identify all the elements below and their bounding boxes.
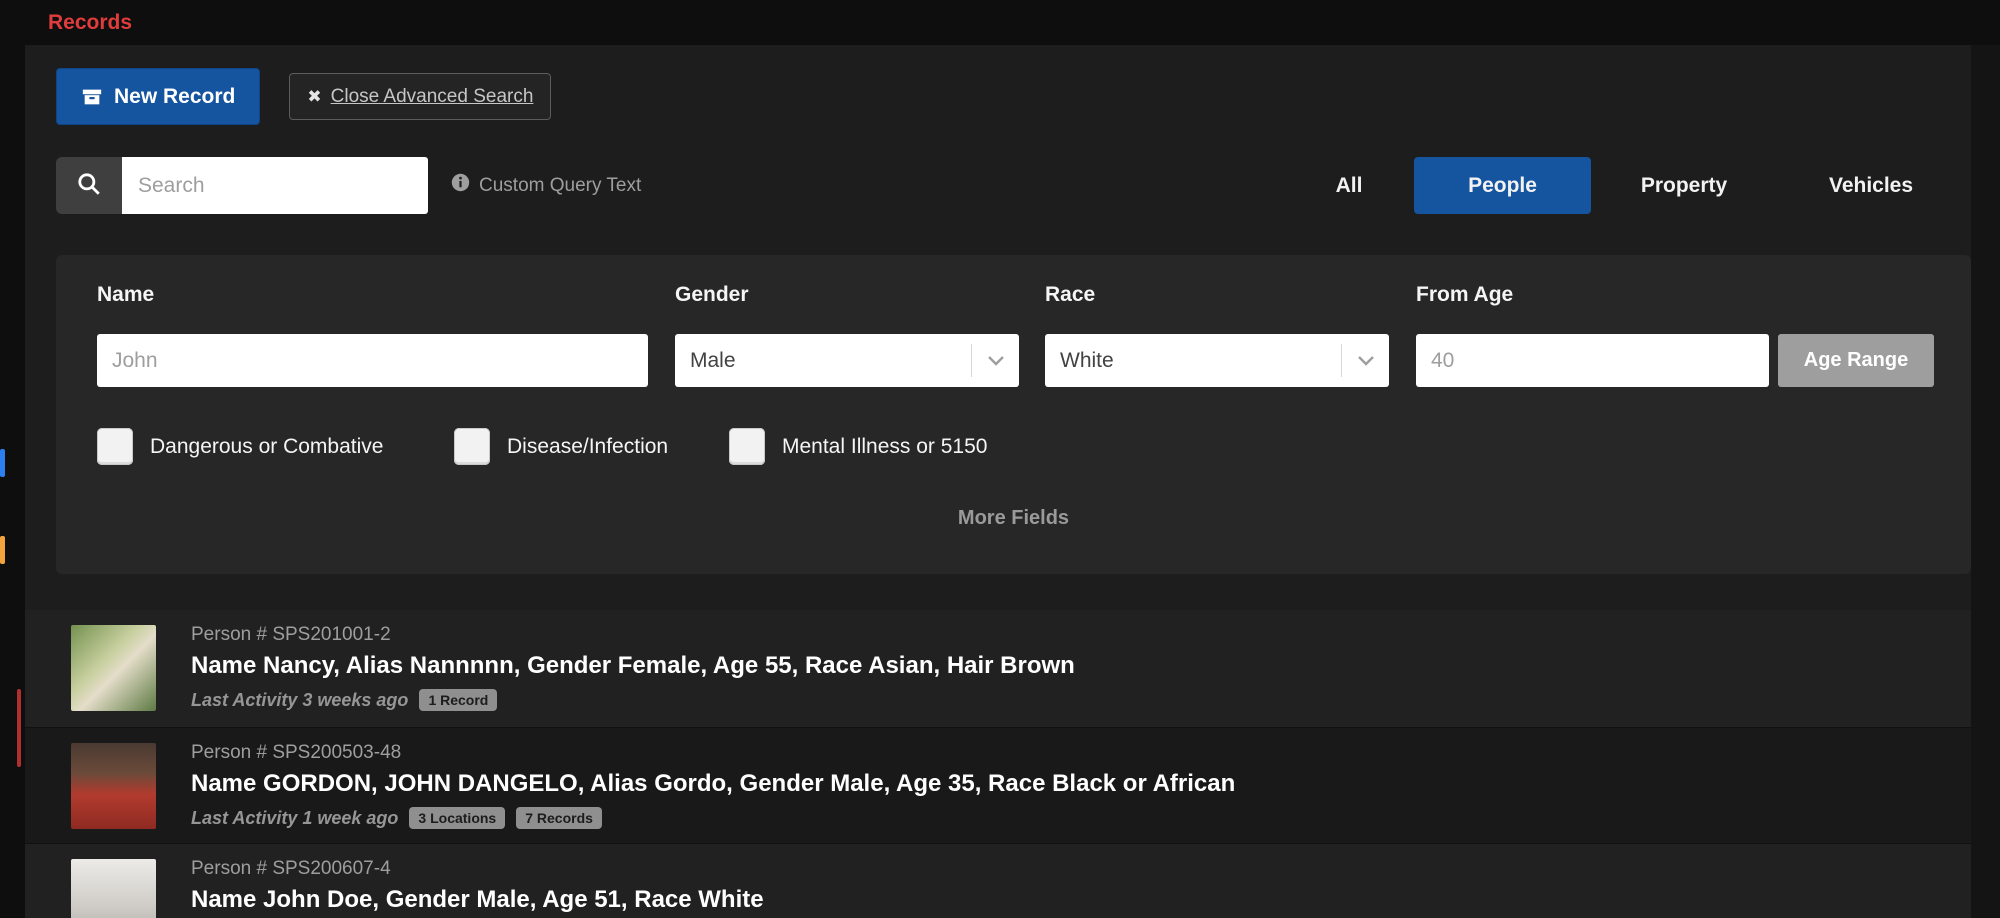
checkbox-box[interactable] [729, 428, 765, 465]
close-advanced-search-label: Close Advanced Search [331, 86, 534, 108]
close-advanced-search-button[interactable]: ✖ Close Advanced Search [289, 73, 551, 120]
checkbox-disease-infection[interactable]: Disease/Infection [454, 428, 668, 465]
checkbox-dangerous-or-combative[interactable]: Dangerous or Combative [97, 428, 383, 465]
rail-marker-yellow [0, 536, 5, 564]
info-icon [451, 173, 470, 198]
checkbox-label: Disease/Infection [507, 435, 668, 459]
from-age-input[interactable] [1416, 334, 1769, 387]
race-field: White [1045, 334, 1389, 387]
name-field-group: Name [97, 283, 154, 307]
from-age-field [1416, 334, 1769, 387]
new-record-button[interactable]: New Record [56, 68, 260, 125]
toolbar: New Record ✖ Close Advanced Search [56, 68, 551, 125]
from-age-label: From Age [1416, 283, 1513, 307]
last-activity: Last Activity 1 week ago [191, 808, 398, 829]
archive-icon [81, 86, 103, 108]
tab-all[interactable]: All [1284, 157, 1414, 214]
tab-property[interactable]: Property [1591, 157, 1777, 214]
name-field [97, 334, 648, 387]
gender-select-value: Male [675, 349, 971, 373]
search-button[interactable] [56, 157, 122, 214]
search-row: Custom Query Text All People Property Ve… [56, 157, 1971, 214]
checkbox-label: Dangerous or Combative [150, 435, 383, 459]
chevron-down-icon [1341, 344, 1389, 377]
checkbox-box[interactable] [97, 428, 133, 465]
new-record-label: New Record [114, 85, 235, 109]
tab-people[interactable]: People [1414, 157, 1591, 214]
tab-vehicles[interactable]: Vehicles [1777, 157, 1965, 214]
advanced-search-panel: Name Gender Male Race [56, 255, 1971, 574]
record-type-tabs: All People Property Vehicles [1284, 157, 1971, 214]
records-screen: Records New Record ✖ Close Advanced Sear… [0, 0, 2000, 918]
race-field-group: Race [1045, 283, 1095, 307]
person-summary: Name GORDON, JOHN DANGELO, Alias Gordo, … [191, 770, 1951, 798]
custom-query-label: Custom Query Text [479, 175, 641, 197]
gender-label: Gender [675, 283, 749, 307]
race-label: Race [1045, 283, 1095, 307]
person-result-row[interactable]: Person # SPS200607-4 Name John Doe, Gend… [25, 844, 1971, 918]
more-fields-button[interactable]: More Fields [56, 507, 1971, 530]
gender-select[interactable]: Male [675, 334, 1019, 387]
person-number: Person # SPS201001-2 [191, 624, 1951, 646]
activity-line: Last Activity 3 weeks ago 1 Record [191, 689, 1951, 711]
person-result-row[interactable]: Person # SPS201001-2 Name Nancy, Alias N… [25, 610, 1971, 727]
main-content: New Record ✖ Close Advanced Search Custo… [25, 45, 1971, 918]
rail-marker-red [17, 689, 21, 767]
chevron-down-icon [971, 344, 1019, 377]
person-photo[interactable] [71, 625, 156, 711]
checkbox-box[interactable] [454, 428, 490, 465]
record-count-badge: 1 Record [419, 689, 497, 711]
name-label: Name [97, 283, 154, 307]
top-bar: Records [0, 0, 2000, 45]
race-select-value: White [1045, 349, 1341, 373]
results-list: Person # SPS201001-2 Name Nancy, Alias N… [25, 610, 1971, 918]
person-number: Person # SPS200503-48 [191, 742, 1951, 764]
gender-field: Male [675, 334, 1019, 387]
search-input[interactable] [122, 157, 428, 214]
person-summary: Name Nancy, Alias Nannnnn, Gender Female… [191, 652, 1951, 680]
gender-field-group: Gender [675, 283, 749, 307]
age-range-button[interactable]: Age Range [1778, 334, 1934, 387]
person-number: Person # SPS200607-4 [191, 858, 1951, 880]
checkbox-mental-illness-5150[interactable]: Mental Illness or 5150 [729, 428, 987, 465]
left-rail [0, 45, 25, 918]
person-photo[interactable] [71, 859, 156, 918]
search-icon [76, 171, 102, 200]
custom-query-text[interactable]: Custom Query Text [451, 173, 641, 198]
race-select[interactable]: White [1045, 334, 1389, 387]
close-icon: ✖ [307, 87, 321, 107]
page-title: Records [48, 0, 132, 45]
from-age-field-group: From Age [1416, 283, 1513, 307]
checkbox-label: Mental Illness or 5150 [782, 435, 987, 459]
locations-count-badge: 3 Locations [409, 807, 505, 829]
last-activity: Last Activity 3 weeks ago [191, 690, 408, 711]
name-input[interactable] [97, 334, 648, 387]
person-photo[interactable] [71, 743, 156, 829]
person-result-row[interactable]: Person # SPS200503-48 Name GORDON, JOHN … [25, 727, 1971, 844]
rail-marker-blue [0, 449, 5, 477]
record-count-badge: 7 Records [516, 807, 602, 829]
person-summary: Name John Doe, Gender Male, Age 51, Race… [191, 886, 1951, 914]
activity-line: Last Activity 1 week ago 3 Locations 7 R… [191, 807, 1951, 829]
